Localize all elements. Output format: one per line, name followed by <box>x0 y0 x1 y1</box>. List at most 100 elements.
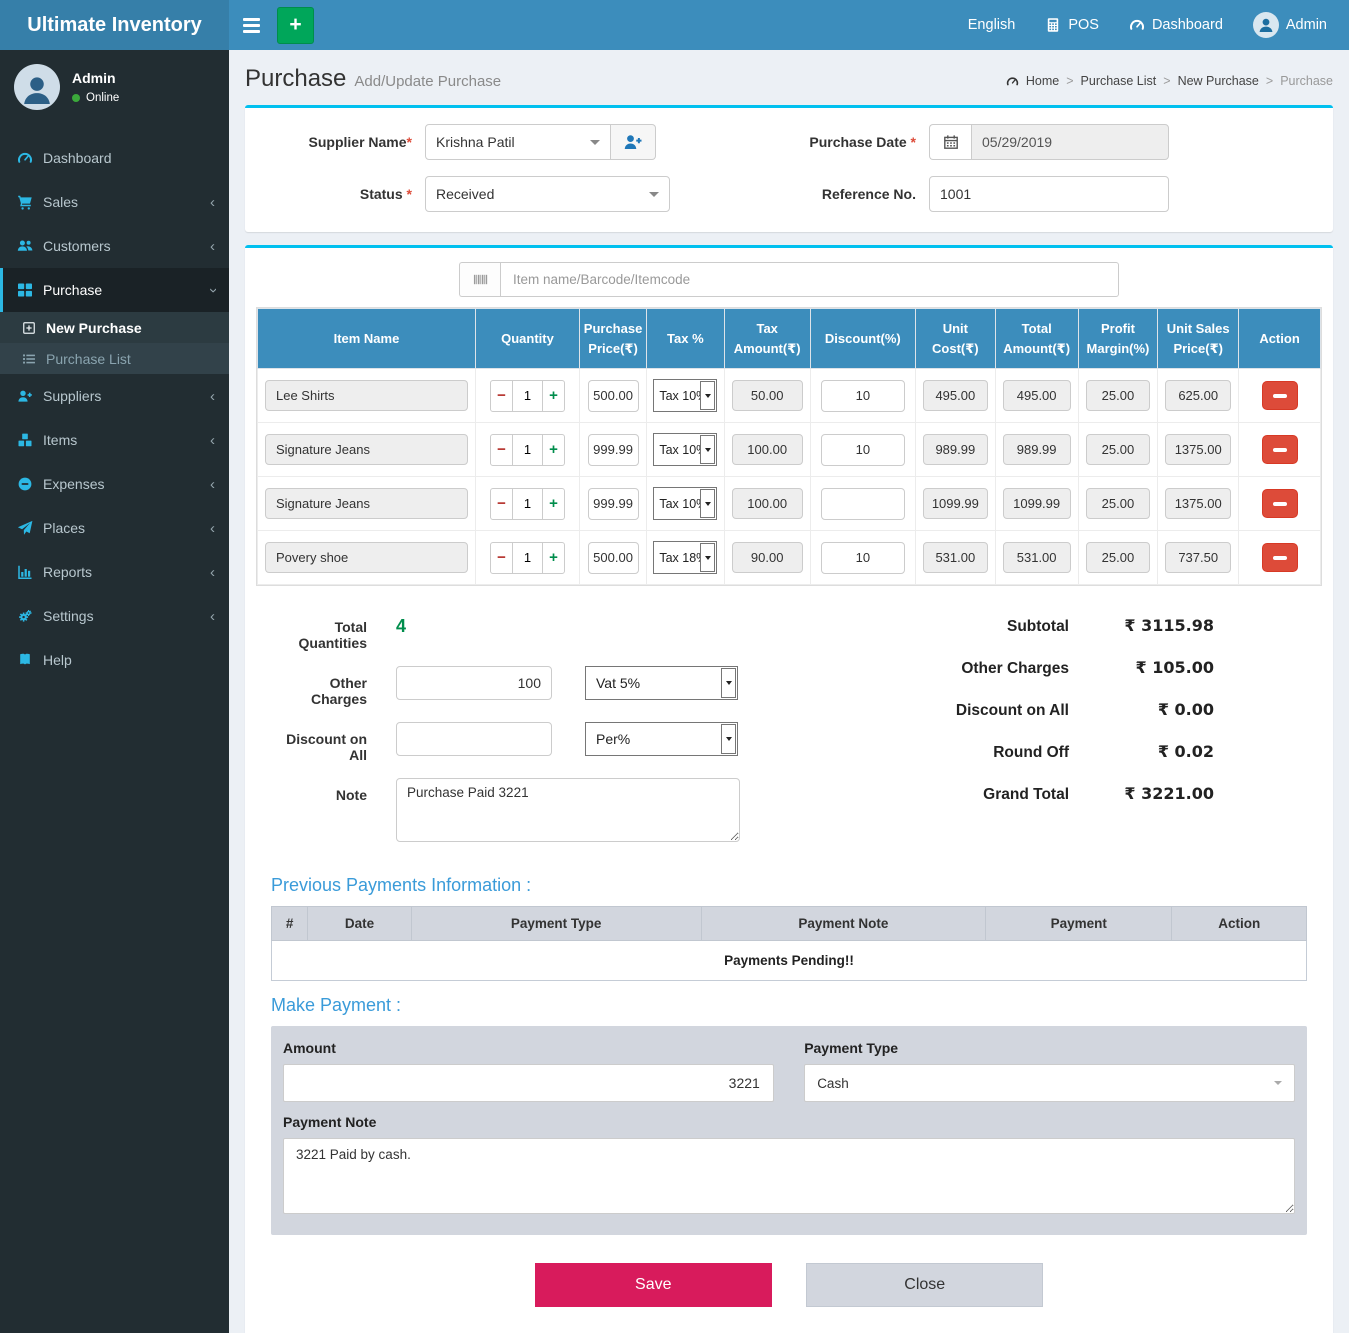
remove-item-button[interactable] <box>1262 489 1298 518</box>
sidebar-item-sales[interactable]: Sales ‹ <box>0 180 229 224</box>
amount-label: Amount <box>283 1040 774 1056</box>
col-payment-note: Payment Note <box>701 907 986 941</box>
tax-select-value: Tax 10% <box>659 497 700 511</box>
quick-add-button[interactable]: + <box>277 7 314 44</box>
sidebar-item-label: Suppliers <box>43 388 101 404</box>
status-select[interactable]: Received <box>425 176 670 212</box>
discount-total-label: Discount on All <box>956 702 1069 720</box>
profit-margin-field: 25.00 <box>1086 542 1151 573</box>
purchase-price-input[interactable] <box>588 380 639 412</box>
other-charges-type-select[interactable]: Vat 5% <box>585 666 738 700</box>
breadcrumb-purchase-list[interactable]: Purchase List <box>1081 74 1157 88</box>
supplier-select[interactable]: Krishna Patil <box>425 124 611 160</box>
chevron-left-icon: ‹ <box>210 195 215 210</box>
sidebar-item-reports[interactable]: Reports‹ <box>0 550 229 594</box>
quantity-input[interactable] <box>513 542 542 574</box>
sidebar-item-items[interactable]: Items‹ <box>0 418 229 462</box>
purchase-price-input[interactable] <box>588 434 639 466</box>
tax-select[interactable]: Tax 10% <box>653 433 717 466</box>
caret-down-icon <box>590 140 600 145</box>
unit-cost-field: 531.00 <box>923 542 988 573</box>
chevron-down-icon: ‹ <box>205 288 220 293</box>
col-action: Action <box>1239 309 1321 369</box>
sidebar-item-places[interactable]: Places‹ <box>0 506 229 550</box>
remove-item-button[interactable] <box>1262 435 1298 464</box>
breadcrumb-new-purchase[interactable]: New Purchase <box>1178 74 1259 88</box>
breadcrumb-home[interactable]: Home <box>1026 74 1059 88</box>
purchase-date-field[interactable]: 05/29/2019 <box>971 124 1169 160</box>
sidebar-item-dashboard[interactable]: Dashboard <box>0 136 229 180</box>
user-menu[interactable]: Admin <box>1253 12 1327 38</box>
other-charges-input[interactable] <box>396 666 552 700</box>
tax-select[interactable]: Tax 10% <box>653 379 717 412</box>
payment-type-select[interactable]: Cash <box>804 1064 1295 1102</box>
add-supplier-button[interactable] <box>611 124 656 160</box>
payment-note-textarea[interactable]: 3221 Paid by cash. <box>283 1138 1295 1214</box>
amount-input[interactable] <box>283 1064 774 1102</box>
quantity-stepper <box>490 434 565 466</box>
sidebar-item-purchase-list[interactable]: Purchase List <box>0 343 229 374</box>
item-search-input[interactable] <box>500 262 1119 297</box>
pos-link[interactable]: POS <box>1045 17 1099 33</box>
close-button[interactable]: Close <box>806 1263 1043 1307</box>
sidebar-menu: Dashboard Sales ‹ Customers‹ Purchase‹ Ne… <box>0 136 229 682</box>
user-plus-icon <box>17 388 33 404</box>
decrease-quantity-button[interactable] <box>490 434 513 466</box>
note-textarea[interactable]: Purchase Paid 3221 <box>396 778 740 842</box>
sidebar-item-suppliers[interactable]: Suppliers‹ <box>0 374 229 418</box>
quantity-input[interactable] <box>513 380 542 412</box>
calendar-addon[interactable] <box>929 124 971 160</box>
items-table-header: Item Name Quantity Purchase Price(₹) Tax… <box>258 309 1321 369</box>
sidebar-item-label: Sales <box>43 194 78 210</box>
item-name-field: Lee Shirts <box>265 380 468 411</box>
decrease-quantity-button[interactable] <box>490 542 513 574</box>
purchase-price-input[interactable] <box>588 488 639 520</box>
quantity-input[interactable] <box>513 488 542 520</box>
grid-icon <box>17 282 33 298</box>
chevron-left-icon: ‹ <box>210 609 215 624</box>
discount-input[interactable] <box>821 434 906 466</box>
sidebar-item-purchase[interactable]: Purchase‹ <box>0 268 229 312</box>
discount-type-select[interactable]: Per% <box>585 722 738 756</box>
col-item-name: Item Name <box>258 309 476 369</box>
discount-on-all-input[interactable] <box>396 722 552 756</box>
reference-input[interactable] <box>929 176 1169 212</box>
supplier-select-value: Krishna Patil <box>436 134 515 150</box>
round-off-label: Round Off <box>993 744 1069 762</box>
sidebar-item-expenses[interactable]: Expenses‹ <box>0 462 229 506</box>
sidebar-user-panel: Admin Online <box>0 50 229 122</box>
sidebar-toggle-button[interactable] <box>229 0 273 50</box>
col-date: Date <box>308 907 412 941</box>
purchase-price-input[interactable] <box>588 542 639 574</box>
sidebar-item-help[interactable]: Help <box>0 638 229 682</box>
increase-quantity-button[interactable] <box>542 542 565 574</box>
discount-input[interactable] <box>821 488 906 520</box>
app-brand[interactable]: Ultimate Inventory <box>0 0 229 50</box>
sidebar-item-customers[interactable]: Customers‹ <box>0 224 229 268</box>
sidebar-item-new-purchase[interactable]: New Purchase <box>0 312 229 343</box>
dashboard-link[interactable]: Dashboard <box>1129 17 1223 33</box>
save-button[interactable]: Save <box>535 1263 772 1307</box>
remove-item-button[interactable] <box>1262 381 1298 410</box>
discount-input[interactable] <box>821 542 906 574</box>
person-icon <box>19 72 55 108</box>
increase-quantity-button[interactable] <box>542 380 565 412</box>
decrease-quantity-button[interactable] <box>490 380 513 412</box>
quantity-stepper <box>490 542 565 574</box>
discount-input[interactable] <box>821 380 906 412</box>
discount-type-value: Per% <box>596 731 630 747</box>
increase-quantity-button[interactable] <box>542 488 565 520</box>
tax-select[interactable]: Tax 18% <box>653 541 717 574</box>
payment-type-value: Cash <box>817 1076 849 1091</box>
increase-quantity-button[interactable] <box>542 434 565 466</box>
quantity-stepper <box>490 488 565 520</box>
remove-item-button[interactable] <box>1262 543 1298 572</box>
sidebar-item-settings[interactable]: Settings‹ <box>0 594 229 638</box>
sidebar-item-label: New Purchase <box>46 320 142 336</box>
unit-sales-price-field: 737.50 <box>1165 542 1231 573</box>
quantity-input[interactable] <box>513 434 542 466</box>
language-menu[interactable]: English <box>968 17 1016 33</box>
tax-select[interactable]: Tax 10% <box>653 487 717 520</box>
decrease-quantity-button[interactable] <box>490 488 513 520</box>
unit-cost-field: 989.99 <box>923 434 988 465</box>
